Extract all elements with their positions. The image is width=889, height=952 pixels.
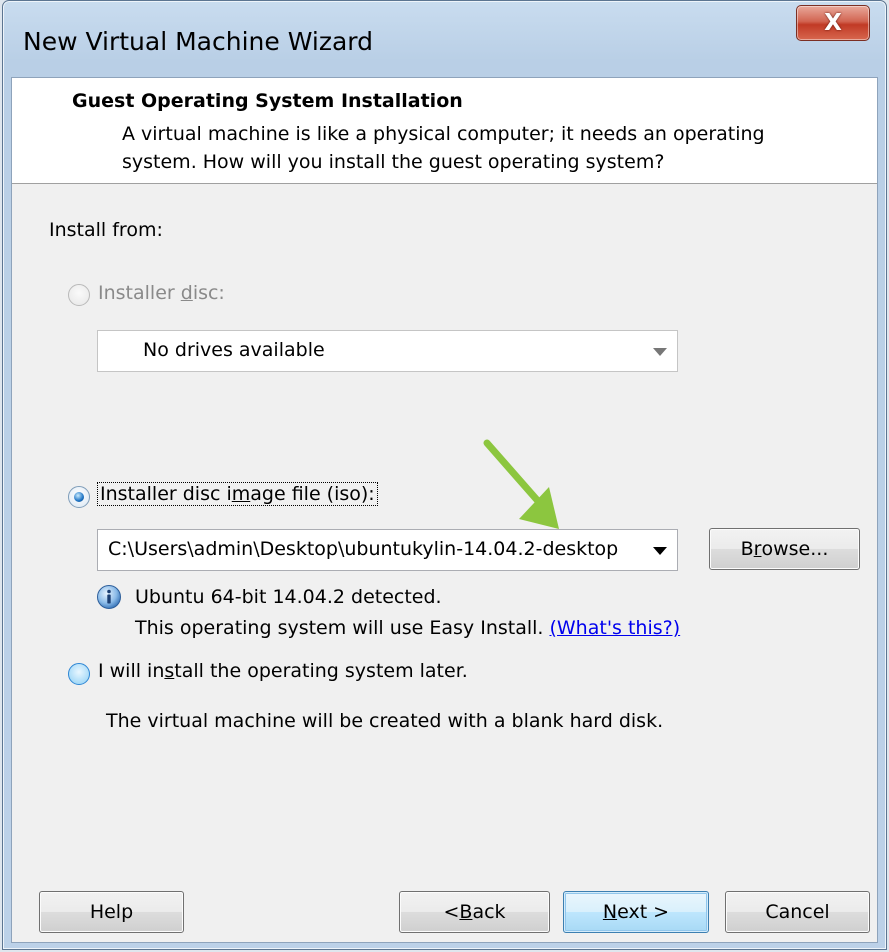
browse-label-accel: r [753,538,762,560]
whats-this-link[interactable]: (What's this?) [549,617,680,639]
install-later-description: The virtual machine will be created with… [106,710,664,732]
next-label-accel: N [602,901,618,923]
install-from-label: Install from: [49,219,163,241]
chevron-down-icon [653,348,667,356]
disc-image-radio[interactable] [68,486,90,508]
install-later-label-part: tall the operating system later. [174,660,468,682]
disc-image-label: Installer disc image file (iso): [97,482,378,506]
back-label-part: < [443,901,460,923]
installer-disc-label-part: isc: [192,282,225,304]
disc-image-label-accel: m [231,483,251,505]
wizard-window: New Virtual Machine Wizard X Guest Opera… [2,0,887,950]
disc-image-label-part: Installer disc i [100,483,232,505]
easy-install-text: This operating system will use Easy Inst… [135,617,680,639]
installer-disc-dropdown[interactable]: No drives available [97,330,678,372]
back-button[interactable]: < Back [399,891,550,933]
browse-label-part: owse... [761,538,829,560]
browse-button[interactable]: Br owse... [709,528,860,570]
install-later-label-part: I will in [98,660,165,682]
installer-disc-dropdown-value: No drives available [143,339,325,361]
chevron-down-icon[interactable] [653,547,667,555]
close-button[interactable]: X [796,5,870,41]
wizard-header: Guest Operating System Installation A vi… [12,78,877,184]
info-icon [97,585,121,609]
next-button[interactable]: Next > [563,891,709,933]
os-detected-text: Ubuntu 64-bit 14.04.2 detected. [135,586,442,608]
page-description: A virtual machine is like a physical com… [122,123,765,173]
back-label-part: ack [472,901,506,923]
iso-path-combobox[interactable]: C:\Users\admin\Desktop\ubuntukylin-14.04… [97,529,678,571]
install-later-radio[interactable] [68,663,90,685]
installer-disc-label: Installer disc: [98,282,225,304]
install-later-label-accel: s [164,660,175,682]
browse-label-part: B [740,538,754,560]
cancel-button[interactable]: Cancel [725,891,870,933]
window-title: New Virtual Machine Wizard [23,27,373,56]
installer-disc-label-part: Installer [98,282,181,304]
easy-install-message: This operating system will use Easy Inst… [135,617,550,639]
title-bar[interactable]: New Virtual Machine Wizard X [3,1,886,77]
install-later-label: I will install the operating system late… [98,660,468,682]
help-button[interactable]: Help [39,891,184,933]
installer-disc-radio[interactable] [68,284,90,306]
next-label-part: ext > [617,901,670,923]
page-title: Guest Operating System Installation [72,90,463,112]
installer-disc-label-accel: d [180,282,193,304]
disc-image-label-part: age file (iso): [250,483,375,505]
annotation-arrow-icon [483,439,559,529]
close-icon: X [824,10,842,36]
wizard-client-area: Guest Operating System Installation A vi… [11,77,878,943]
back-label-accel: B [459,901,473,923]
